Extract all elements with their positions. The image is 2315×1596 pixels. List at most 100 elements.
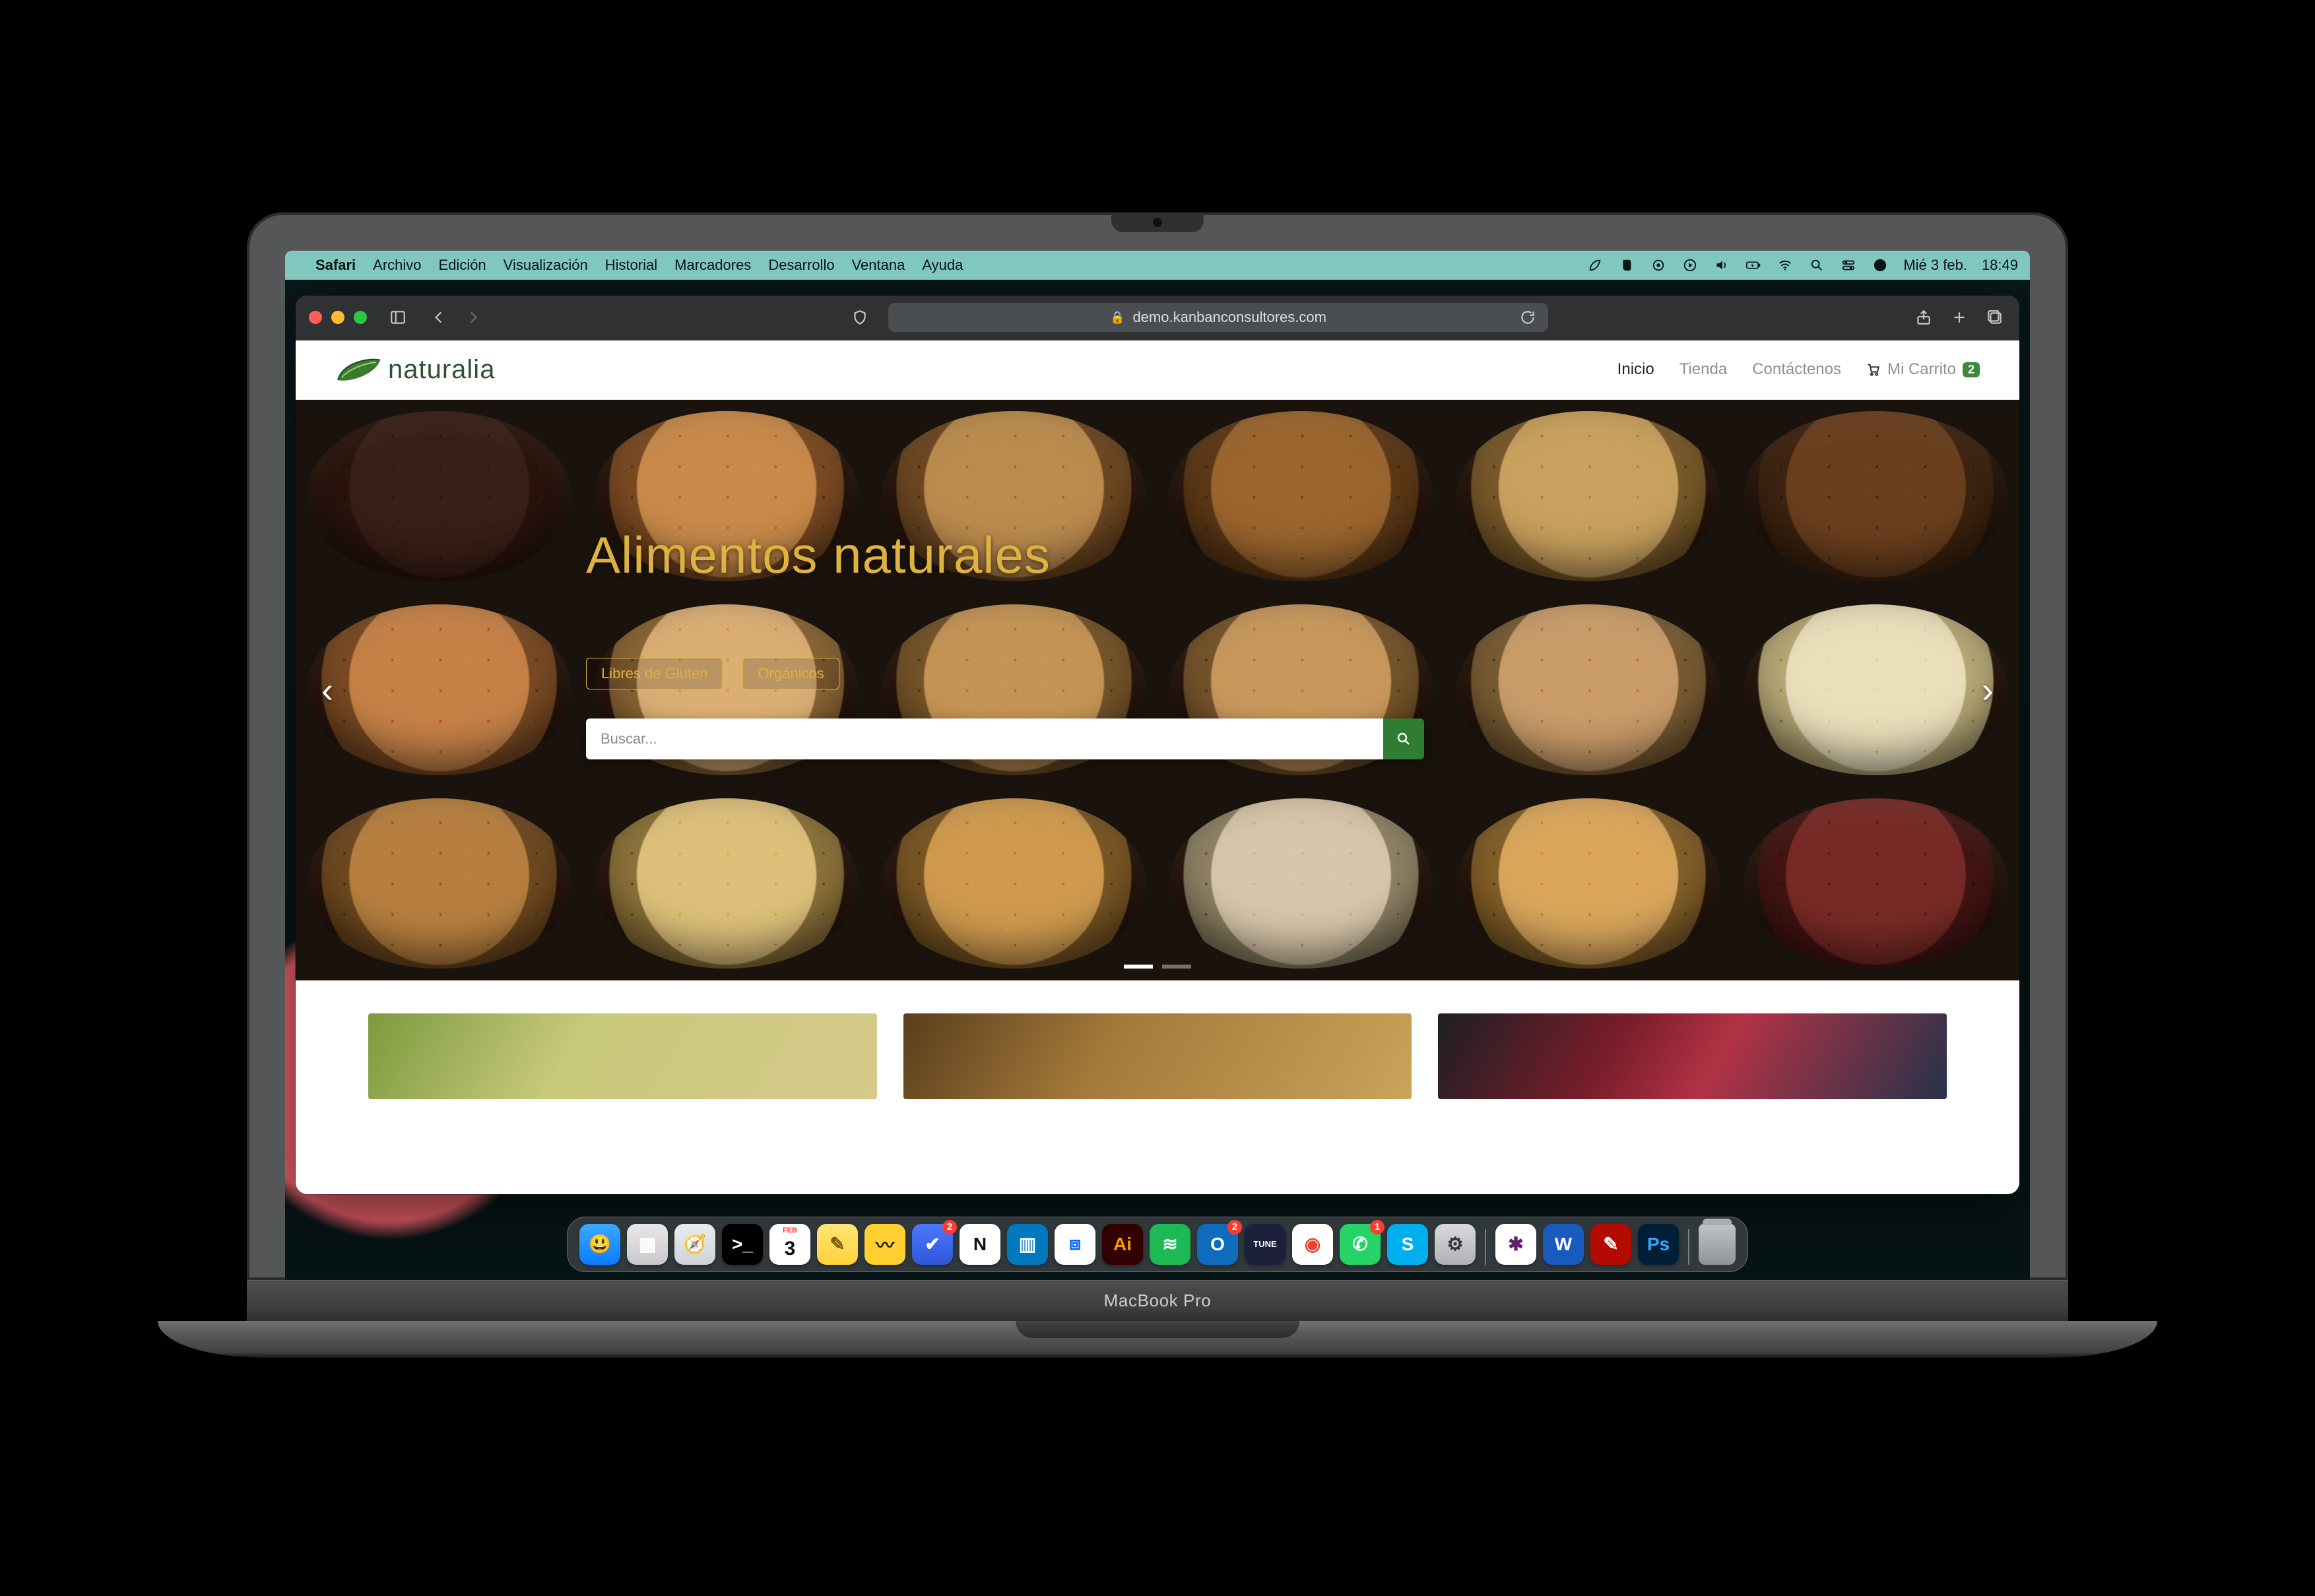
hero-title: Alimentos naturales [586,525,1418,585]
forward-button[interactable] [462,306,484,329]
dock-badge: 1 [1370,1220,1385,1234]
dock-app-slack[interactable]: ✱ [1495,1224,1536,1265]
dock-badge: 2 [1227,1220,1242,1234]
safari-toolbar: 🔒 demo.kanbanconsultores.com [296,296,2019,340]
lock-icon: 🔒 [1110,311,1125,325]
dock-app-acrobat[interactable]: ✎ [1590,1224,1631,1265]
leaf-icon[interactable] [1586,257,1604,274]
dock-app-illustrator[interactable]: Ai [1102,1224,1143,1265]
window-controls [309,311,367,324]
nav-inicio[interactable]: Inicio [1617,360,1654,379]
dock-app-notion[interactable]: N [960,1224,1000,1265]
search-icon [1396,731,1412,747]
dock-app-photoshop[interactable]: Ps [1638,1224,1679,1265]
nav-cart[interactable]: Mi Carrito 2 [1866,360,1980,379]
carousel-dot-2[interactable] [1162,965,1191,969]
nav-contactenos[interactable]: Contáctenos [1752,360,1841,379]
url-bar[interactable]: 🔒 demo.kanbanconsultores.com [888,303,1548,332]
menubar-item-edicion[interactable]: Edición [439,257,486,274]
category-card[interactable] [903,1013,1412,1099]
dock-app-trello[interactable]: ▥ [1007,1224,1048,1265]
dock-app-notes[interactable]: ✎ [817,1224,858,1265]
menubar-app-name[interactable]: Safari [315,257,356,274]
menubar-item-marcadores[interactable]: Marcadores [674,257,751,274]
dock-app-word[interactable]: W [1543,1224,1584,1265]
category-cards-row [296,980,2019,1099]
category-card[interactable] [1438,1013,1947,1099]
close-window-button[interactable] [309,311,322,324]
menubar-item-desarrollo[interactable]: Desarrollo [768,257,834,274]
dock-app-launchpad[interactable]: ▦ [627,1224,668,1265]
menubar-time[interactable]: 18:49 [1982,257,2018,274]
dock-separator [1485,1229,1486,1265]
site-logo[interactable]: naturalia [335,355,495,385]
privacy-report-button[interactable] [849,306,871,329]
cart-label: Mi Carrito [1887,360,1956,379]
site-header: naturalia Inicio Tienda Contáctenos Mi C… [296,340,2019,400]
nut-bowl [1158,786,1445,980]
control-center-icon[interactable] [1840,257,1857,274]
nav-tienda[interactable]: Tienda [1679,360,1728,379]
cart-icon [1866,362,1881,377]
dock-badge: 2 [942,1220,957,1234]
menubar-date[interactable]: Mié 3 feb. [1903,257,1967,274]
dock-app-finder[interactable]: 😃 [579,1224,620,1265]
hero-overlay: Alimentos naturales Libres de Gluten Org… [586,525,1418,759]
screen: Safari Archivo Edición Visualización His… [285,251,2030,1280]
dock-app-whatsapp[interactable]: ✆1 [1340,1224,1381,1265]
dock-app-terminal[interactable]: >_ [722,1224,763,1265]
carousel-next[interactable]: › [1973,676,2002,705]
dock-app-settings[interactable]: ⚙ [1435,1224,1476,1265]
reload-button[interactable] [1516,306,1539,329]
play-icon[interactable] [1681,257,1699,274]
sidebar-toggle-button[interactable] [387,306,409,329]
search-button[interactable] [1383,718,1424,759]
dock-app-spotify[interactable]: ≋ [1150,1224,1190,1265]
dock-separator [1688,1229,1689,1265]
dock-app-tunein[interactable]: TUNE [1245,1224,1286,1265]
safari-window: 🔒 demo.kanbanconsultores.com [296,296,2019,1194]
new-tab-button[interactable] [1948,306,1971,329]
record-icon[interactable] [1650,257,1667,274]
nut-bowl [296,786,583,980]
dock-app-safari[interactable]: 🧭 [674,1224,715,1265]
tag-organic[interactable]: Orgánicos [742,658,839,689]
laptop-base: MacBook Pro [247,1280,2068,1384]
menubar-item-historial[interactable]: Historial [605,257,657,274]
dock-app-outlook[interactable]: O2 [1197,1224,1238,1265]
category-card[interactable] [368,1013,877,1099]
camera-notch [1111,212,1204,232]
spotlight-icon[interactable] [1808,257,1825,274]
dock-app-miro[interactable]: 〰 [864,1224,905,1265]
carousel-dot-1[interactable] [1124,965,1153,969]
fullscreen-window-button[interactable] [354,311,367,324]
webpage: naturalia Inicio Tienda Contáctenos Mi C… [296,340,2019,1194]
evernote-icon[interactable] [1618,257,1635,274]
menubar-item-archivo[interactable]: Archivo [373,257,421,274]
trash-icon[interactable] [1699,1224,1736,1265]
dock-app-chrome[interactable]: ◉ [1292,1224,1333,1265]
tag-gluten-free[interactable]: Libres de Gluten [586,658,723,689]
leaf-icon [335,356,381,383]
carousel-prev[interactable]: ‹ [313,676,342,705]
dock-app-todoist[interactable]: ✔2 [912,1224,953,1265]
menubar-item-visualizacion[interactable]: Visualización [504,257,588,274]
nut-bowl [1445,400,1732,593]
nut-bowl [1445,593,1732,786]
menubar-item-ayuda[interactable]: Ayuda [922,257,963,274]
wifi-icon[interactable] [1777,257,1794,274]
share-button[interactable] [1912,306,1935,329]
dock-app-calendar[interactable]: 3FEB [769,1224,810,1265]
hero-carousel: Alimentos naturales Libres de Gluten Org… [296,400,2019,980]
tab-overview-button[interactable] [1984,306,2006,329]
menubar-item-ventana[interactable]: Ventana [852,257,905,274]
dock-app-dropbox[interactable]: ⧈ [1055,1224,1095,1265]
volume-icon[interactable] [1713,257,1730,274]
minimize-window-button[interactable] [331,311,344,324]
back-button[interactable] [428,306,450,329]
dock-app-skype[interactable]: S [1387,1224,1428,1265]
battery-icon[interactable] [1745,257,1762,274]
macos-dock: 😃▦🧭>_3FEB✎〰✔2N▥⧈Ai≋O2TUNE◉✆1S⚙✱W✎Ps [567,1217,1748,1272]
siri-icon[interactable] [1872,257,1889,274]
search-input[interactable] [586,718,1383,759]
